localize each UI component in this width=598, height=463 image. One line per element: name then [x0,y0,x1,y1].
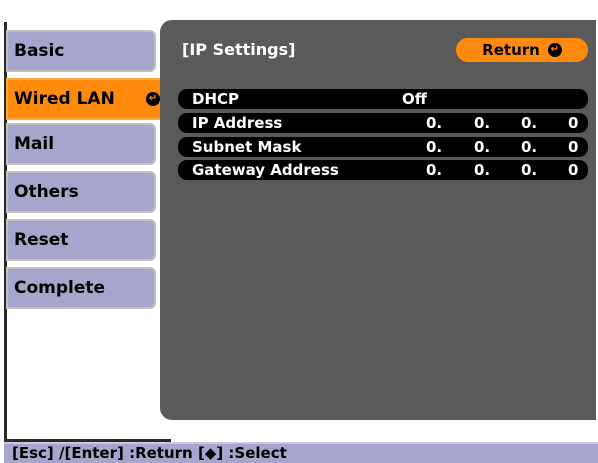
sidebar-item-label: Mail [14,134,55,154]
dhcp-row[interactable]: DHCP Off [178,89,588,109]
sidebar-item-others[interactable]: Others [6,171,156,213]
ip-address-label: IP Address [192,114,283,132]
sidebar-item-label: Wired LAN [14,89,115,109]
subnet-mask-label: Subnet Mask [192,138,302,156]
sidebar-item-mail[interactable]: Mail [6,123,156,165]
sidebar-item-basic[interactable]: Basic [6,30,156,72]
sidebar-item-reset[interactable]: Reset [6,219,156,261]
dhcp-value: Off [402,90,427,108]
gateway-address-octet-2: 0. [474,161,491,179]
gateway-address-label: Gateway Address [192,161,339,179]
subnet-mask-row[interactable]: Subnet Mask 0. 0. 0. 0 [178,137,588,157]
gateway-address-row[interactable]: Gateway Address 0. 0. 0. 0 [178,160,588,180]
ip-address-octet-3: 0. [521,114,538,132]
return-button-label: Return [482,41,540,59]
ip-address-row[interactable]: IP Address 0. 0. 0. 0 [178,113,588,133]
help-bar: [Esc] /[Enter] :Return [◆] :Select [4,442,598,463]
page-title: [IP Settings] [182,40,296,59]
ip-settings-panel [160,20,596,420]
sidebar-item-label: Others [14,182,79,202]
gateway-address-octet-4: 0 [568,161,579,179]
gateway-address-octet-3: 0. [521,161,538,179]
dhcp-label: DHCP [192,90,240,108]
sidebar-item-label: Reset [14,230,69,250]
subnet-mask-octet-3: 0. [521,138,538,156]
subnet-mask-octet-2: 0. [474,138,491,156]
gateway-address-octet-1: 0. [426,161,443,179]
ip-address-octet-4: 0 [568,114,579,132]
subnet-mask-octet-1: 0. [426,138,443,156]
ip-address-octet-1: 0. [426,114,443,132]
sidebar-item-label: Complete [14,278,106,298]
enter-icon: ↵ [146,92,160,106]
projector-network-menu: Basic Wired LAN ↵ Mail Others Reset Comp… [0,0,598,463]
enter-icon: ↵ [547,43,562,57]
sidebar-item-complete[interactable]: Complete [6,267,156,309]
sidebar-item-label: Basic [14,41,65,61]
subnet-mask-octet-4: 0 [568,138,579,156]
sidebar-item-wired-lan[interactable]: Wired LAN ↵ [6,78,168,120]
return-button[interactable]: Return ↵ [456,38,588,62]
ip-address-octet-2: 0. [474,114,491,132]
